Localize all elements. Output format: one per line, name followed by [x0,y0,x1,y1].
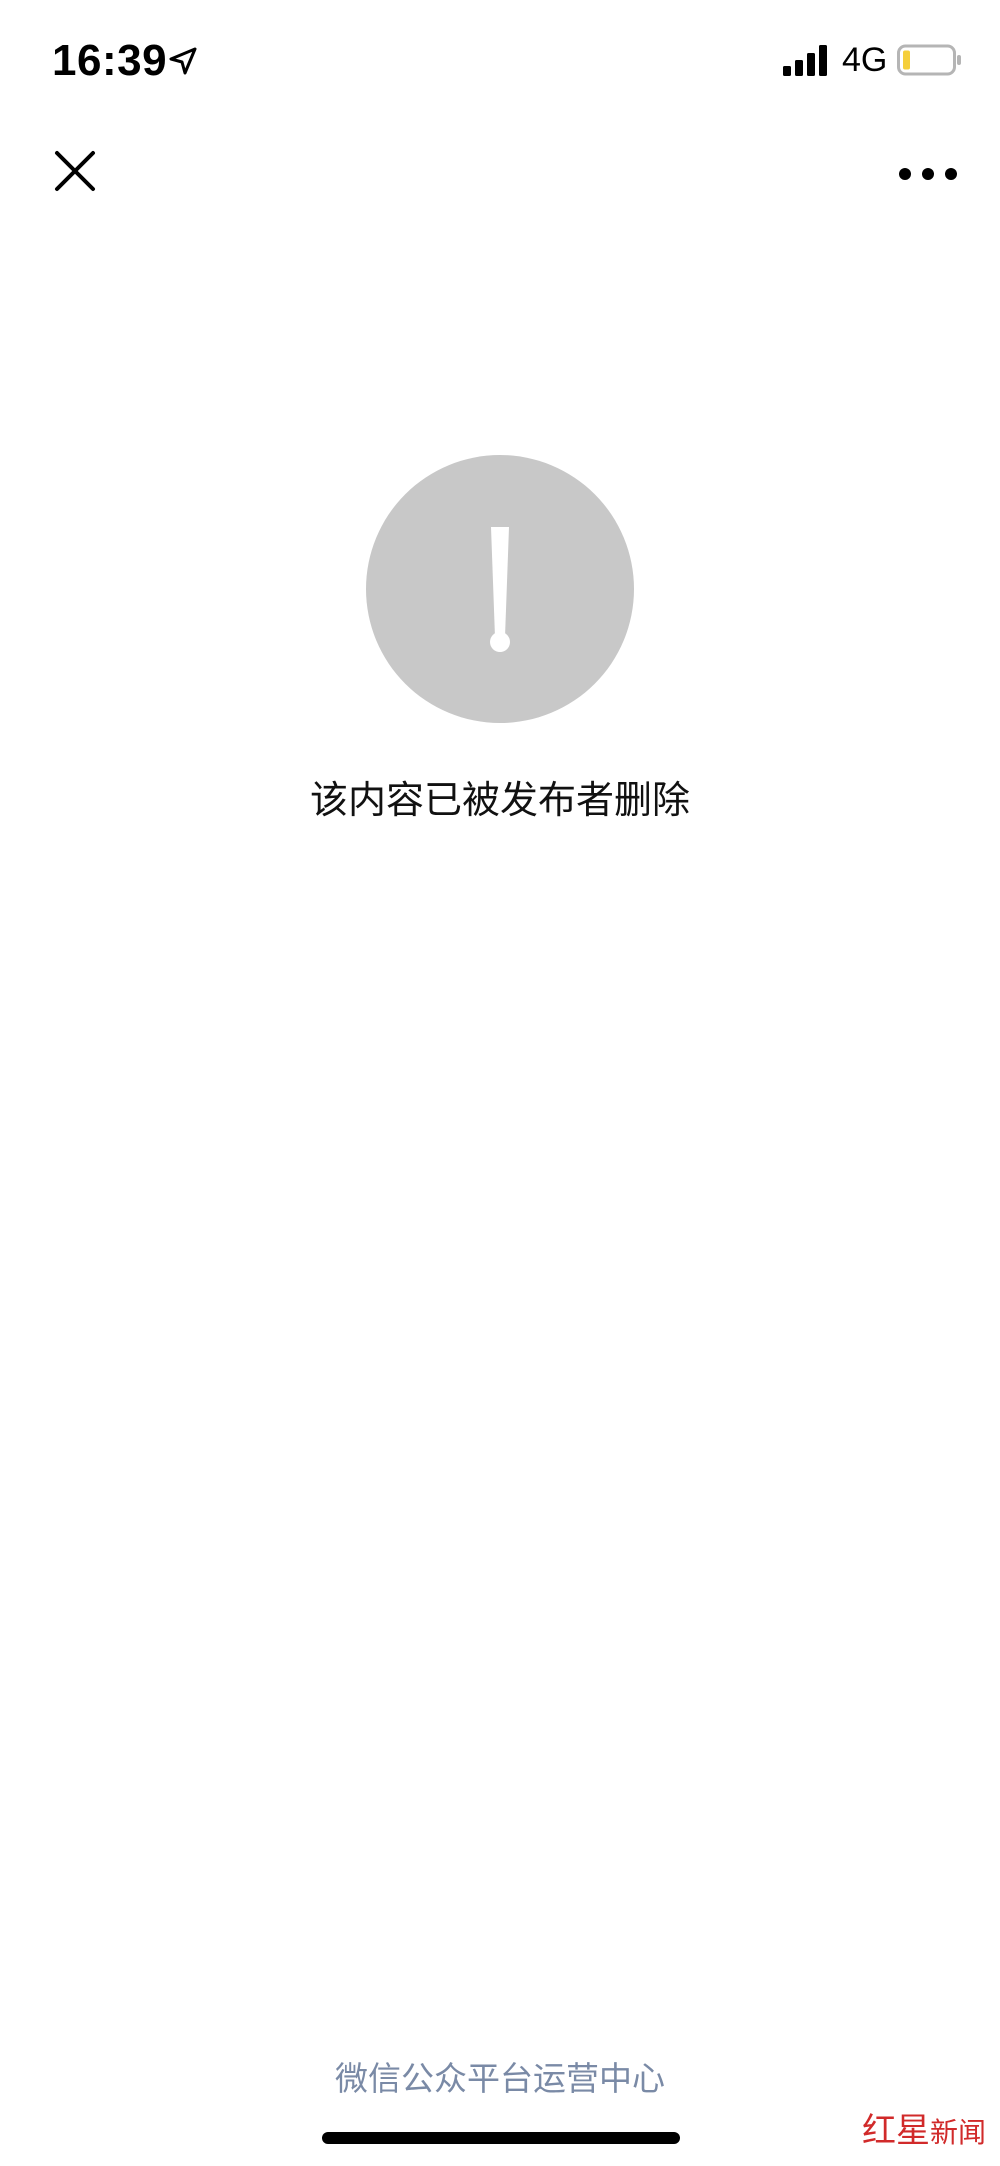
wechat-platform-operation-center-link[interactable]: 微信公众平台运营中心 [0,2054,1000,2104]
battery-low-icon [897,44,961,76]
more-options-button[interactable] [888,152,968,192]
status-bar: 16:39 4G [0,0,1000,120]
exclamation-icon [490,527,510,652]
watermark-sub: 新闻 [930,2116,987,2149]
network-type-label: 4G [842,41,888,79]
watermark-main: 红星 [862,2111,930,2151]
more-dots-icon [899,168,957,180]
location-arrow-icon [169,47,197,75]
home-indicator [322,2132,680,2144]
watermark-logo: 红星新闻 [862,2106,992,2156]
close-button[interactable] [44,140,106,202]
cellular-signal-icon [783,45,827,76]
status-time: 16:39 [52,36,168,85]
deleted-content-message: 该内容已被发布者删除 [309,778,690,822]
close-icon [55,151,95,191]
warning-circle [366,455,634,723]
